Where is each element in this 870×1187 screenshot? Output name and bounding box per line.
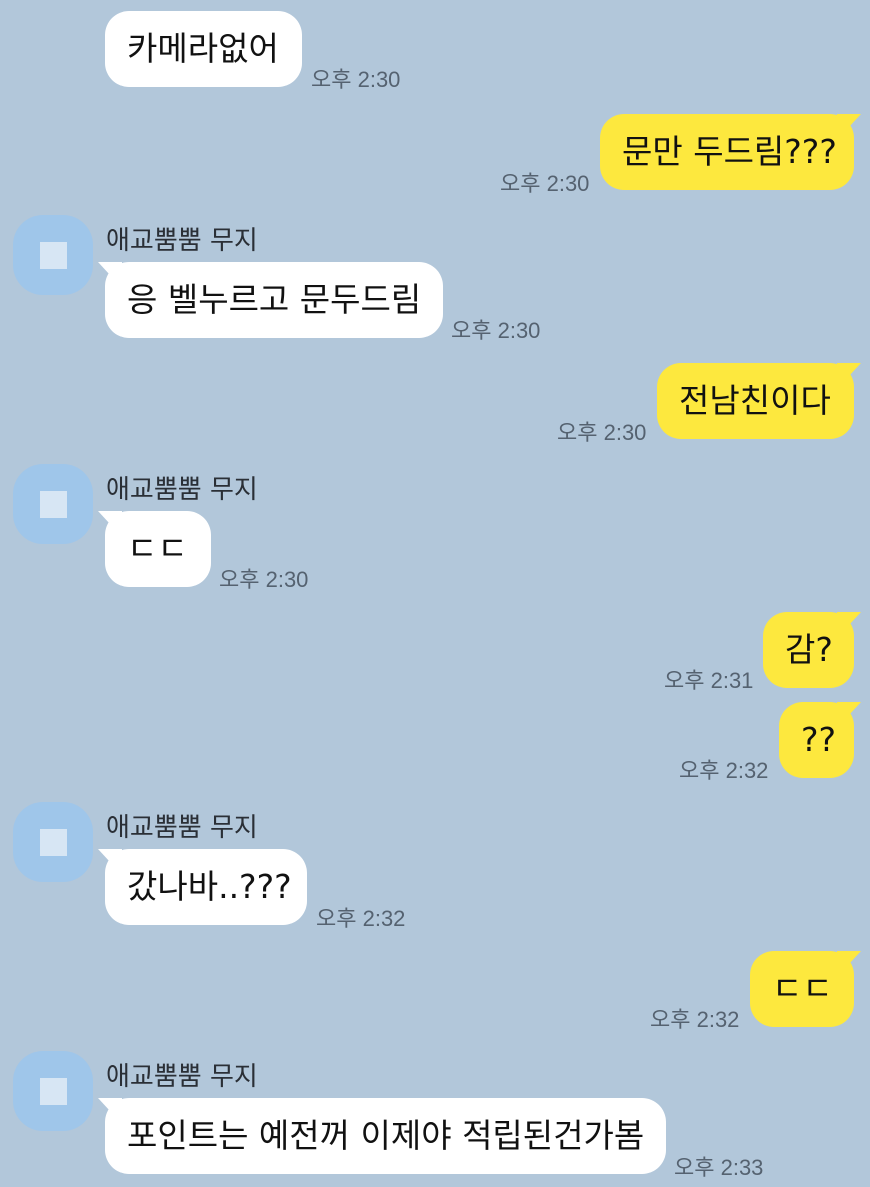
message-time: 오후 2:30 (219, 567, 309, 592)
avatar-placeholder-icon (40, 1078, 67, 1105)
message-bubble-outgoing[interactable]: ?? (779, 702, 854, 778)
message-bubble-incoming[interactable]: 카메라없어 (105, 11, 302, 87)
message-text: 응 벨누르고 문두드림 (127, 280, 422, 319)
contact-avatar[interactable] (13, 802, 93, 882)
message-time: 오후 2:32 (316, 906, 406, 931)
message-text: 갔나바..??? (127, 867, 292, 906)
message-text: 감? (785, 630, 833, 669)
message-bubble-outgoing[interactable]: ㄷㄷ (750, 951, 854, 1027)
message-text: 전남친이다 (679, 381, 831, 420)
message-bubble-outgoing[interactable]: 감? (763, 612, 854, 688)
contact-avatar[interactable] (13, 1051, 93, 1131)
contact-name: 애교뿜뿜 무지 (106, 813, 258, 843)
contact-name: 애교뿜뿜 무지 (106, 475, 258, 505)
message-time: 오후 2:30 (451, 318, 541, 343)
message-text: 포인트는 예전꺼 이제야 적립된건가봄 (127, 1116, 645, 1155)
contact-name: 애교뿜뿜 무지 (106, 226, 258, 256)
avatar-placeholder-icon (40, 829, 67, 856)
contact-name: 애교뿜뿜 무지 (106, 1062, 258, 1092)
message-time: 오후 2:32 (650, 1007, 740, 1032)
message-time: 오후 2:31 (664, 668, 754, 693)
message-time: 오후 2:33 (674, 1155, 764, 1180)
message-text: ㄷㄷ (772, 969, 833, 1008)
message-bubble-outgoing[interactable]: 전남친이다 (657, 363, 854, 439)
message-bubble-incoming[interactable]: ㄷㄷ (105, 511, 211, 587)
message-time: 오후 2:30 (311, 67, 401, 92)
message-text: 문만 두드림??? (622, 132, 837, 171)
contact-avatar[interactable] (13, 464, 93, 544)
message-bubble-outgoing[interactable]: 문만 두드림??? (600, 114, 854, 190)
message-text: ㄷㄷ (127, 529, 188, 568)
avatar-placeholder-icon (40, 242, 67, 269)
message-bubble-incoming[interactable]: 포인트는 예전꺼 이제야 적립된건가봄 (105, 1098, 666, 1174)
message-time: 오후 2:32 (679, 758, 769, 783)
message-time: 오후 2:30 (500, 171, 590, 196)
message-bubble-incoming[interactable]: 갔나바..??? (105, 849, 307, 925)
avatar-placeholder-icon (40, 491, 67, 518)
message-bubble-incoming[interactable]: 응 벨누르고 문두드림 (105, 262, 443, 338)
message-text: ?? (801, 720, 837, 759)
message-text: 카메라없어 (127, 29, 279, 68)
message-time: 오후 2:30 (557, 420, 647, 445)
contact-avatar[interactable] (13, 215, 93, 295)
